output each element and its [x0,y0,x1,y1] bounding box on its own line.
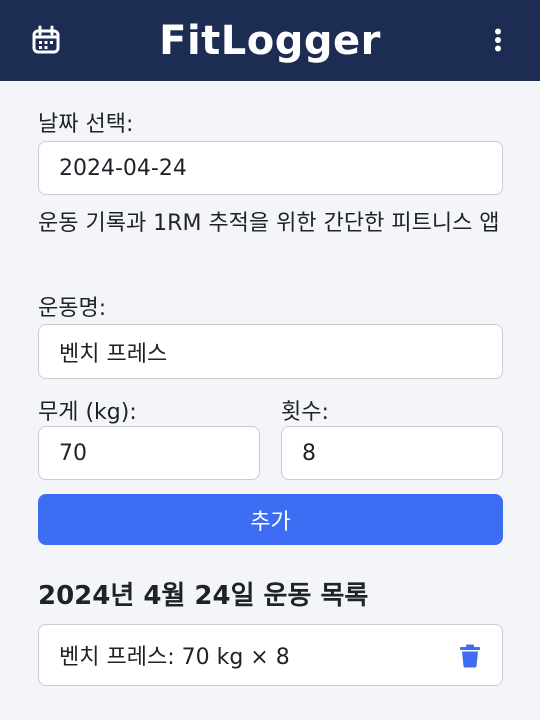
more-menu-button[interactable] [492,24,504,56]
kebab-menu-icon [495,28,501,52]
date-input[interactable]: 2024-04-24 [38,141,503,195]
reps-input[interactable]: 8 [281,426,503,480]
trash-icon [460,644,480,668]
weight-label: 무게 (kg): [38,400,137,425]
log-title: 2024년 4월 24일 운동 목록 [38,581,369,611]
app-header: FitLogger [0,0,540,81]
date-label: 날짜 선택: [38,112,134,137]
delete-button[interactable] [458,643,482,669]
add-button[interactable]: 추가 [38,494,503,545]
app-title: FitLogger [159,17,381,64]
log-item-text: 벤치 프레스: 70 kg × 8 [59,645,290,670]
reps-label: 횟수: [281,400,329,425]
app-description: 운동 기록과 1RM 추적을 위한 간단한 피트니스 앱 [38,211,500,236]
log-item: 벤치 프레스: 70 kg × 8 [38,624,503,686]
calendar-icon [32,25,60,54]
exercise-input[interactable]: 벤치 프레스 [38,324,503,379]
exercise-label: 운동명: [38,296,107,321]
calendar-button[interactable] [30,24,62,56]
weight-input[interactable]: 70 [38,426,260,480]
